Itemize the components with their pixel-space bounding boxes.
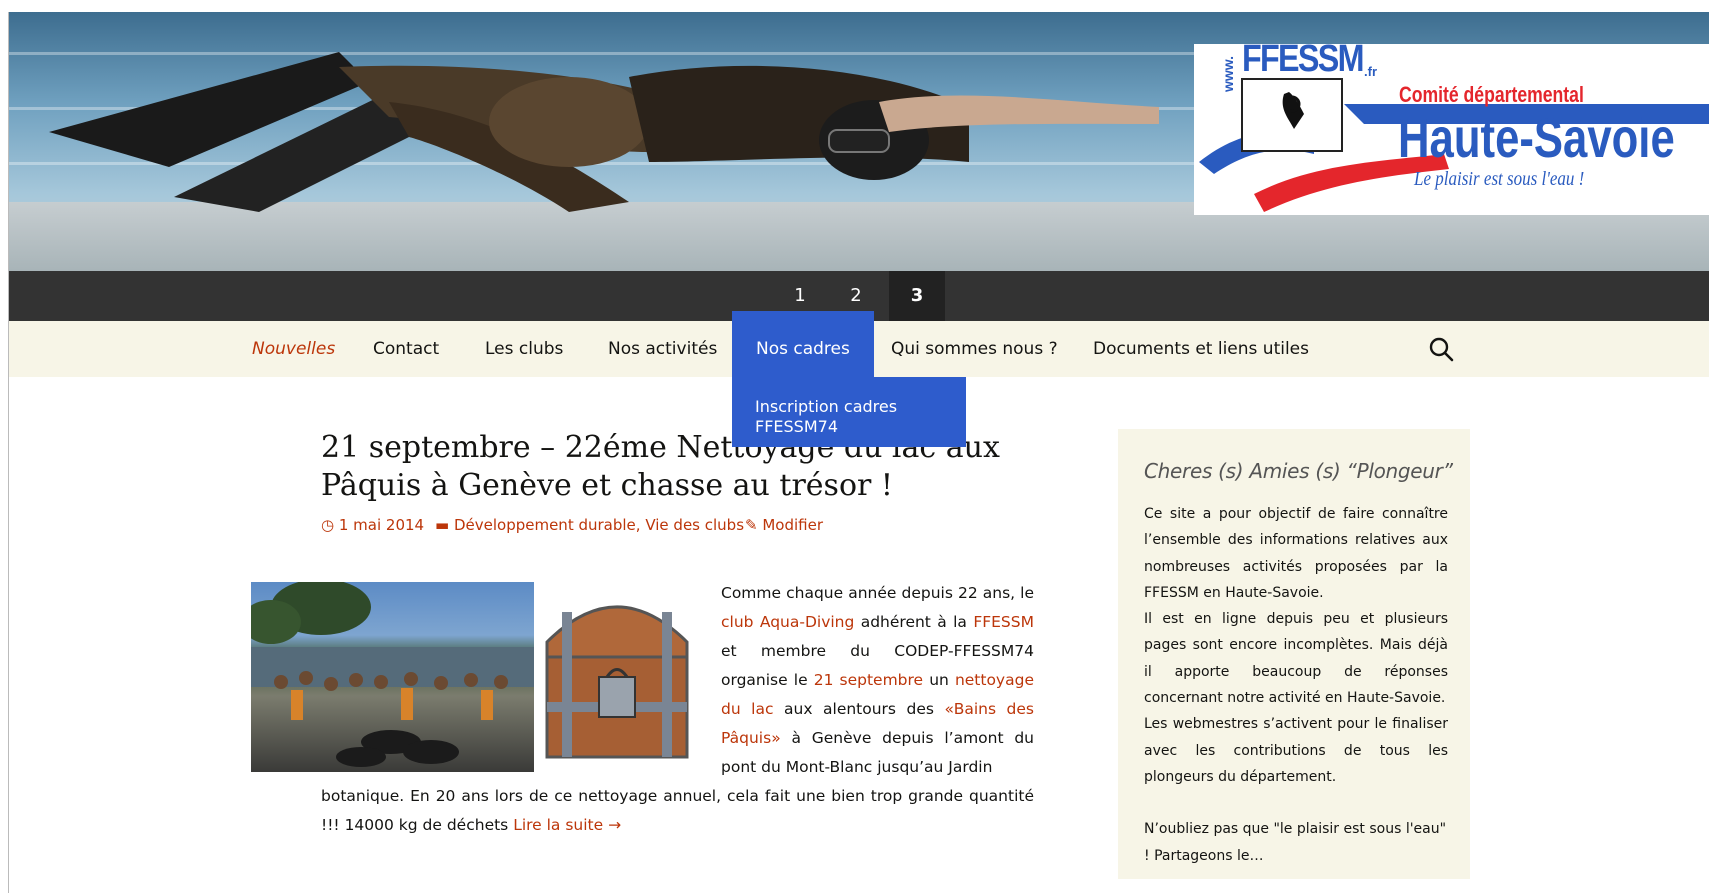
logo-brand: FFESSM	[1242, 38, 1365, 80]
date-link[interactable]: 21 septembre	[814, 671, 923, 689]
ffessm-link[interactable]: FFESSM	[973, 613, 1034, 631]
folder-icon: ▬	[435, 516, 450, 534]
nav-nos-activites[interactable]: Nos activités	[608, 321, 717, 377]
treasure-chest-image[interactable]	[537, 582, 697, 772]
post-edit: ✎ Modifier	[745, 516, 823, 534]
page-frame: www. FFESSM .fr Comité départemental Hau…	[8, 12, 1709, 893]
nav-les-clubs[interactable]: Les clubs	[485, 321, 563, 377]
category-developpement-durable[interactable]: Développement durable	[454, 516, 636, 534]
widget-paragraph: Il est en ligne depuis peu et plusieurs …	[1144, 611, 1448, 707]
cleanup-photo-graphic	[251, 582, 534, 767]
post-meta: ◷ 1 mai 2014	[321, 516, 424, 534]
widget-paragraph: Ce site a pour objectif de faire connaît…	[1144, 506, 1448, 601]
diver-illustration	[49, 52, 1159, 212]
post-excerpt-continued: botanique. En 20 ans lors de ce nettoyag…	[321, 787, 1034, 834]
nav-documents[interactable]: Documents et liens utiles	[1093, 321, 1309, 377]
cleanup-photo[interactable]	[251, 582, 534, 772]
post-categories: ▬ Développement durable, Vie des clubs	[435, 516, 745, 534]
logo-slogan: Le plaisir est sous l'eau !	[1414, 168, 1585, 190]
logo-brand-suffix: .fr	[1364, 64, 1377, 79]
search-icon[interactable]	[1428, 336, 1454, 362]
nav-nos-cadres[interactable]: Nos cadres	[732, 311, 874, 377]
nav-contact[interactable]: Contact	[373, 321, 439, 377]
widget-body: Ce site a pour objectif de faire connaît…	[1144, 501, 1448, 869]
nav-nouvelles[interactable]: Nouvelles	[252, 321, 335, 377]
ffessm-logo[interactable]: www. FFESSM .fr Comité départemental Hau…	[1194, 38, 1709, 215]
main-navigation: Nouvelles Contact Les clubs Nos activité…	[9, 311, 1709, 377]
edit-link[interactable]: Modifier	[762, 516, 823, 534]
slide-page-3[interactable]: 3	[889, 271, 945, 321]
clock-icon: ◷	[321, 516, 335, 534]
pencil-icon: ✎	[745, 516, 758, 534]
read-more-link[interactable]: Lire la suite →	[513, 816, 621, 834]
treasure-chest-graphic	[545, 605, 689, 759]
widget-paragraph: N’oubliez pas que "le plaisir est sous l…	[1144, 821, 1447, 864]
category-vie-des-clubs[interactable]: Vie des clubs	[645, 516, 744, 534]
logo-region: Haute-Savoie	[1398, 106, 1675, 169]
club-aqua-diving-link[interactable]: club Aqua-Diving	[721, 613, 854, 631]
sidebar-widget: Cheres (s) Amies (s) “Plongeur” Ce site …	[1118, 429, 1470, 879]
widget-paragraph: Les webmestres s’activent pour le finali…	[1144, 716, 1448, 785]
widget-title: Cheres (s) Amies (s) “Plongeur”	[1144, 459, 1453, 483]
header-banner[interactable]: www. FFESSM .fr Comité départemental Hau…	[9, 12, 1709, 271]
logo-www: www.	[1220, 55, 1236, 92]
nos-cadres-dropdown: Inscription cadres FFESSM74	[732, 377, 966, 447]
dropdown-inscription-cadres[interactable]: Inscription cadres FFESSM74	[755, 397, 955, 437]
post-date[interactable]: 1 mai 2014	[339, 516, 424, 534]
nav-qui-sommes-nous[interactable]: Qui sommes nous ?	[891, 321, 1058, 377]
logo-committee: Comité départemental	[1399, 82, 1584, 107]
post-excerpt: Comme chaque année depuis 22 ans, le clu…	[721, 584, 1034, 776]
